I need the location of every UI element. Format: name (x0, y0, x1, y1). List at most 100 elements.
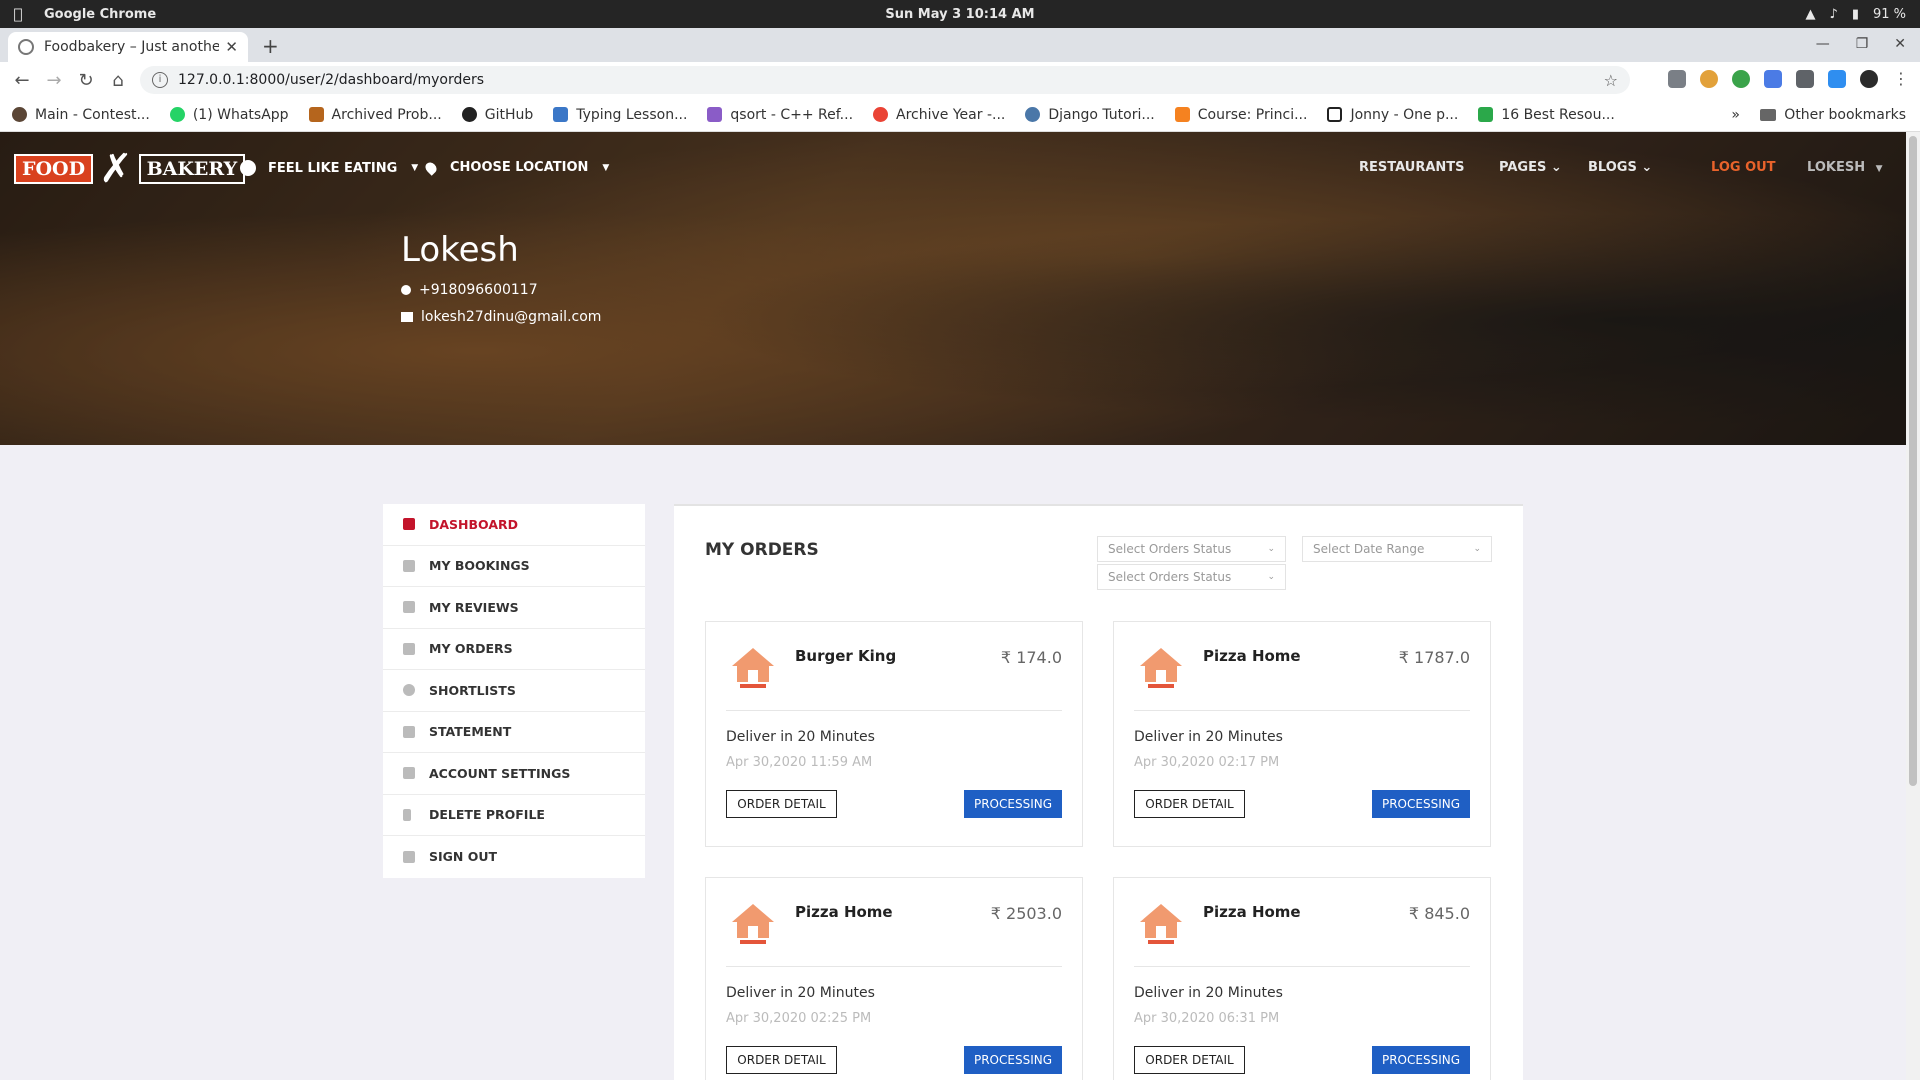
hero-overlay (0, 132, 1906, 445)
sidebar-item-dashboard[interactable]: DASHBOARD (383, 504, 645, 546)
order-detail-button[interactable]: ORDER DETAIL (1134, 790, 1245, 818)
order-detail-button[interactable]: ORDER DETAIL (726, 1046, 837, 1074)
os-top-bar:  Google Chrome Sun May 3 10:14 AM ▲ ♪ ▮… (0, 0, 1920, 28)
nav-restaurants[interactable]: RESTAURANTS (1359, 160, 1465, 175)
caret-down-icon: ▼ (1875, 164, 1883, 174)
bookmark-item[interactable]: Archived Prob... (308, 107, 442, 123)
profile-email: lokesh27dinu@gmail.com (401, 309, 601, 325)
apple-icon[interactable]:  (0, 5, 36, 23)
reload-icon[interactable]: ↻ (70, 70, 102, 91)
whatsapp-icon (169, 107, 185, 122)
site-logo[interactable]: FOOD ✗ BAKERY (14, 149, 246, 189)
wifi-icon[interactable]: ▲ (1806, 7, 1816, 22)
order-detail-button[interactable]: ORDER DETAIL (726, 790, 837, 818)
sidebar-item-my-orders[interactable]: MY ORDERS (383, 629, 645, 670)
url-text[interactable]: 127.0.0.1:8000/user/2/dashboard/myorders (178, 72, 484, 88)
order-price: ₹ 1787.0 (1398, 648, 1470, 667)
home-icon[interactable]: ⌂ (102, 70, 134, 91)
my-orders-panel: MY ORDERS Select Orders Status ⌄ Select O… (674, 504, 1523, 1080)
restore-icon[interactable]: ❐ (1856, 36, 1869, 52)
bookmark-item[interactable]: Jonny - One p... (1327, 107, 1458, 123)
battery-percent: 91 % (1872, 6, 1906, 22)
restaurant-logo-icon (732, 904, 774, 944)
bookmark-item[interactable]: GitHub (461, 107, 533, 123)
order-price: ₹ 2503.0 (990, 904, 1062, 923)
forward-icon[interactable]: → (38, 70, 70, 91)
clock[interactable]: Sun May 3 10:14 AM (885, 7, 1034, 22)
address-bar[interactable]: i 127.0.0.1:8000/user/2/dashboard/myorde… (140, 66, 1630, 94)
chevron-down-icon: ⌄ (1267, 544, 1275, 554)
nav-blogs[interactable]: BLOGS ⌄ (1588, 160, 1652, 175)
new-tab-icon[interactable]: + (262, 34, 279, 58)
restaurant-name: Pizza Home (1203, 647, 1301, 665)
bookmark-item[interactable]: (1) WhatsApp (169, 107, 289, 123)
location-pin-icon (423, 159, 439, 176)
bookmark-item[interactable]: Main - Contest... (12, 107, 150, 123)
sidebar-item-my-reviews[interactable]: MY REVIEWS (383, 587, 645, 629)
sidebar-item-account-settings[interactable]: ACCOUNT SETTINGS (383, 753, 645, 795)
page-scrollbar[interactable] (1906, 132, 1920, 1080)
sidebar-item-sign-out[interactable]: SIGN OUT (383, 836, 645, 878)
minimize-icon[interactable]: — (1816, 36, 1830, 52)
order-date: Apr 30,2020 02:17 PM (1134, 755, 1280, 770)
bookmarks-overflow-icon[interactable]: » (1731, 107, 1740, 123)
feel-like-eating-menu[interactable]: FEEL LIKE EATING ▼ (240, 160, 418, 176)
sidebar-item-my-bookings[interactable]: MY BOOKINGS (383, 546, 645, 587)
check-extension-icon[interactable] (1828, 70, 1846, 88)
choose-location-menu[interactable]: CHOOSE LOCATION ▼ (423, 159, 609, 176)
close-icon[interactable]: ✕ (225, 38, 238, 56)
status-badge[interactable]: PROCESSING (1372, 790, 1470, 818)
avatar[interactable] (1860, 70, 1878, 88)
status-badge[interactable]: PROCESSING (964, 790, 1062, 818)
menu-dots-icon[interactable]: ⋮ (1892, 70, 1910, 88)
eyedropper-extension-icon[interactable] (1668, 70, 1686, 88)
battery-icon[interactable]: ▮ (1852, 7, 1859, 22)
profile-name: Lokesh (401, 230, 519, 270)
status-badge[interactable]: PROCESSING (1372, 1046, 1470, 1074)
back-icon[interactable]: ← (6, 70, 38, 91)
green-extension-icon[interactable] (1732, 70, 1750, 88)
tab-title: Foodbakery – Just anothe (44, 39, 220, 55)
caret-down-icon: ▼ (411, 163, 419, 173)
bookmark-item[interactable]: 16 Best Resou... (1478, 107, 1615, 123)
browser-tab[interactable]: Foodbakery – Just anothe ✕ (8, 32, 248, 62)
profile-phone: +918096600117 (401, 282, 538, 298)
orders-status-select-2[interactable]: Select Orders Status ⌄ (1097, 564, 1286, 590)
order-card: Pizza Home ₹ 845.0 Deliver in 20 Minutes… (1113, 877, 1491, 1080)
scrollbar-thumb[interactable] (1909, 136, 1917, 786)
dashboard-icon (403, 518, 415, 531)
sidebar-item-shortlists[interactable]: SHORTLISTS (383, 670, 645, 712)
orders-status-select[interactable]: Select Orders Status ⌄ (1097, 536, 1286, 562)
order-card: Burger King ₹ 174.0 Deliver in 20 Minute… (705, 621, 1083, 847)
restaurant-name: Pizza Home (1203, 903, 1301, 921)
page-title: MY ORDERS (705, 540, 819, 560)
sidebar-item-statement[interactable]: STATEMENT (383, 712, 645, 753)
order-detail-button[interactable]: ORDER DETAIL (1134, 1046, 1245, 1074)
bookmark-item[interactable]: Course: Princi... (1174, 107, 1307, 123)
window-controls: — ❐ ✕ (1816, 36, 1906, 52)
window-close-icon[interactable]: ✕ (1894, 36, 1906, 52)
bookmark-item[interactable]: Typing Lesson... (553, 107, 687, 123)
delivery-time: Deliver in 20 Minutes (726, 985, 875, 1001)
other-bookmarks[interactable]: Other bookmarks (1760, 107, 1906, 123)
bookmark-item[interactable]: Archive Year -... (873, 107, 1005, 123)
status-badge[interactable]: PROCESSING (964, 1046, 1062, 1074)
logout-link[interactable]: LOG OUT (1711, 160, 1776, 175)
translate-extension-icon[interactable] (1764, 70, 1782, 88)
bookmark-item[interactable]: Django Tutori... (1025, 107, 1155, 123)
divider (1134, 710, 1470, 711)
bookmark-item[interactable]: qsort - C++ Ref... (707, 107, 853, 123)
sidebar-item-delete-profile[interactable]: DELETE PROFILE (383, 795, 645, 836)
cookie-extension-icon[interactable] (1700, 70, 1718, 88)
volume-icon[interactable]: ♪ (1830, 7, 1838, 22)
shield-extension-icon[interactable] (1796, 70, 1814, 88)
order-price: ₹ 174.0 (1000, 648, 1062, 667)
archive-icon (308, 107, 324, 122)
restaurant-name: Pizza Home (795, 903, 893, 921)
nav-pages[interactable]: PAGES ⌄ (1499, 160, 1562, 175)
tab-strip: Foodbakery – Just anothe ✕ + — ❐ ✕ (0, 28, 1920, 62)
date-range-select[interactable]: Select Date Range ⌄ (1302, 536, 1492, 562)
bookmark-star-icon[interactable]: ☆ (1604, 71, 1618, 90)
info-icon[interactable]: i (152, 72, 168, 88)
user-menu[interactable]: LOKESH ▼ (1807, 160, 1883, 175)
